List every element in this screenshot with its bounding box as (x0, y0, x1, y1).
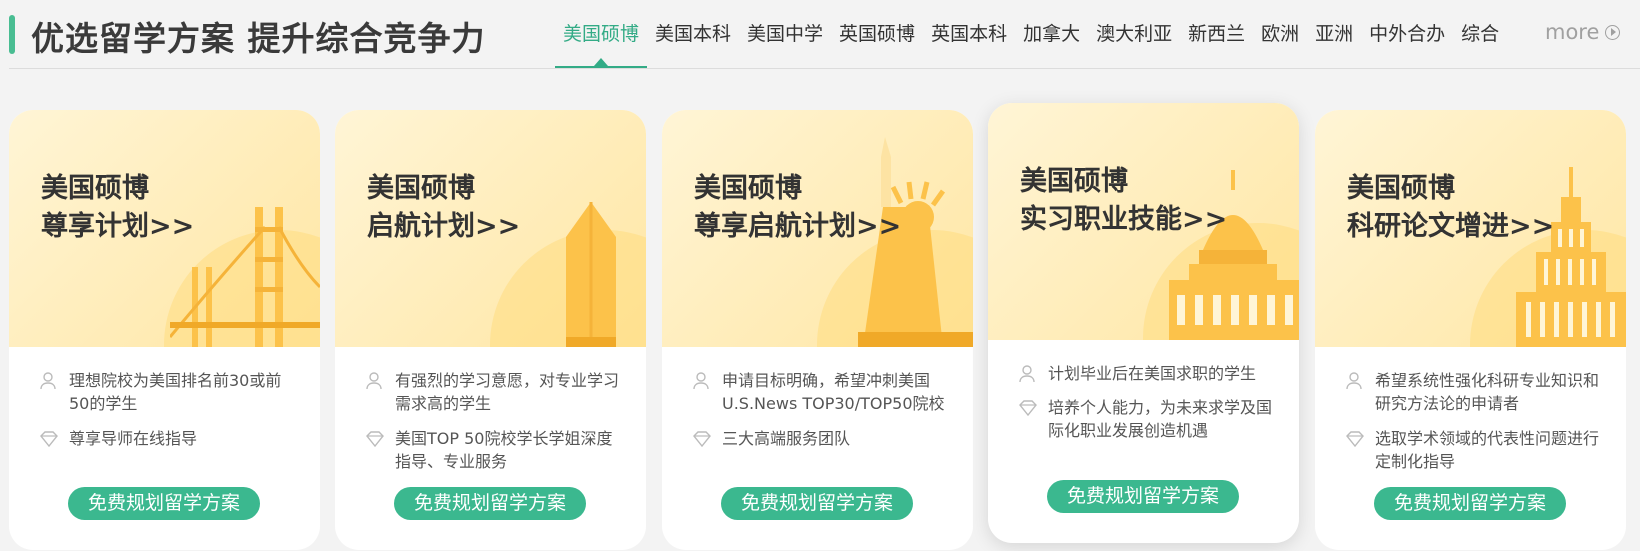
tab-australia[interactable]: 澳大利亚 (1088, 18, 1180, 68)
card-title-line2: 启航计划>> (367, 211, 521, 242)
card-title: 美国硕博 实习职业技能>> (1020, 163, 1227, 239)
plan-card[interactable]: 美国硕博 科研论文增进>> 希望系统性强化科研专业知识和研究方法论的申请者 选取… (1315, 110, 1626, 550)
benefit-text: 尊享导师在线指导 (69, 429, 198, 448)
card-banner: 美国硕博 尊享启航计划>> (662, 110, 973, 347)
benefit-text: 美国TOP 50院校学长学姐深度指导、专业服务 (395, 429, 613, 471)
tab-label: 美国硕博 (563, 23, 640, 45)
diamond-icon (40, 431, 58, 448)
tab-us-highschool[interactable]: 美国中学 (739, 18, 831, 68)
benefit-text: 选取学术领域的代表性问题进行定制化指导 (1375, 429, 1600, 471)
tab-label: 中外合办 (1369, 23, 1446, 45)
card-title: 美国硕博 尊享计划>> (41, 170, 194, 246)
card-title: 美国硕博 尊享启航计划>> (694, 170, 901, 246)
tab-new-zealand[interactable]: 新西兰 (1180, 18, 1253, 68)
tab-label: 加拿大 (1023, 23, 1081, 45)
plan-card[interactable]: 美国硕博 启航计划>> 有强烈的学习意愿，对专业学习需求高的学生 美国TOP 5… (335, 110, 646, 550)
benefit-item: 培养个人能力，为未来求学及国际化职业发展创造机遇 (1018, 396, 1278, 442)
audience-text: 申请目标明确，希望冲刺美国U.S.News TOP30/TOP50院校 (722, 371, 945, 413)
diamond-icon (693, 431, 711, 448)
diamond-icon (366, 431, 384, 448)
audience-text: 希望系统性强化科研专业知识和研究方法论的申请者 (1375, 371, 1600, 413)
region-tabs: 美国硕博 美国本科 美国中学 英国硕博 英国本科 加拿大 澳大利亚 新西兰 欧洲… (555, 18, 1507, 68)
card-title-line2: 实习职业技能>> (1020, 204, 1228, 235)
user-icon (40, 372, 56, 390)
free-plan-button[interactable]: 免费规划留学方案 (394, 487, 586, 520)
plan-card[interactable]: 美国硕博 尊享启航计划>> 申请目标明确，希望冲刺美国U.S.News TOP3… (662, 110, 973, 550)
benefit-item: 美国TOP 50院校学长学姐深度指导、专业服务 (365, 427, 625, 473)
audience-text: 理想院校为美国排名前30或前50的学生 (69, 371, 282, 413)
audience-text: 计划毕业后在美国求职的学生 (1048, 364, 1257, 383)
free-plan-button[interactable]: 免费规划留学方案 (68, 487, 260, 520)
tab-canada[interactable]: 加拿大 (1015, 18, 1088, 68)
card-title-line1: 美国硕博 (1347, 173, 1455, 204)
card-title-line2: 科研论文增进>> (1347, 211, 1555, 242)
card-title-line1: 美国硕博 (41, 173, 149, 204)
audience-text: 有强烈的学习意愿，对专业学习需求高的学生 (395, 371, 620, 413)
benefit-text: 三大高端服务团队 (722, 429, 851, 448)
tab-label: 美国中学 (747, 23, 824, 45)
header-divider (9, 68, 1640, 69)
active-caret-icon (594, 58, 608, 66)
tab-joint-programs[interactable]: 中外合办 (1361, 18, 1453, 68)
card-banner: 美国硕博 尊享计划>> (9, 110, 320, 347)
card-banner: 美国硕博 启航计划>> (335, 110, 646, 347)
free-plan-button[interactable]: 免费规划留学方案 (721, 487, 913, 520)
tab-label: 欧洲 (1261, 23, 1300, 45)
card-title-line2: 尊享计划>> (41, 211, 195, 242)
tab-europe[interactable]: 欧洲 (1253, 18, 1307, 68)
card-title-line2: 尊享启航计划>> (694, 211, 902, 242)
plan-card[interactable]: 美国硕博 尊享计划>> 理想院校为美国排名前30或前50的学生 尊享导师在线指导… (9, 110, 320, 550)
user-icon (693, 372, 709, 390)
benefit-text: 培养个人能力，为未来求学及国际化职业发展创造机遇 (1048, 398, 1273, 440)
card-title-line1: 美国硕博 (1020, 166, 1128, 197)
free-plan-button[interactable]: 免费规划留学方案 (1047, 480, 1239, 513)
tab-label: 英国硕博 (839, 23, 916, 45)
audience-item: 计划毕业后在美国求职的学生 (1018, 362, 1278, 385)
benefit-item: 尊享导师在线指导 (39, 427, 299, 450)
free-plan-button[interactable]: 免费规划留学方案 (1374, 487, 1566, 520)
section-title: 优选留学方案 提升综合竞争力 (31, 19, 486, 58)
more-link[interactable]: more (1545, 20, 1621, 44)
plan-card[interactable]: 美国硕博 实习职业技能>> 计划毕业后在美国求职的学生 培养个人能力，为未来求学… (988, 103, 1299, 543)
audience-item: 申请目标明确，希望冲刺美国U.S.News TOP30/TOP50院校 (692, 369, 952, 415)
audience-item: 理想院校为美国排名前30或前50的学生 (39, 369, 299, 415)
user-icon (1019, 365, 1035, 383)
diamond-icon (1019, 400, 1037, 417)
title-accent-bar (9, 15, 15, 54)
tab-label: 新西兰 (1188, 23, 1246, 45)
tab-label: 英国本科 (931, 23, 1008, 45)
tab-comprehensive[interactable]: 综合 (1453, 18, 1507, 68)
section-header: 优选留学方案 提升综合竞争力 美国硕博 美国本科 美国中学 英国硕博 英国本科 … (0, 0, 1640, 68)
audience-item: 希望系统性强化科研专业知识和研究方法论的申请者 (1345, 369, 1605, 415)
card-title: 美国硕博 科研论文增进>> (1347, 170, 1554, 246)
audience-item: 有强烈的学习意愿，对专业学习需求高的学生 (365, 369, 625, 415)
tab-uk-masters-phd[interactable]: 英国硕博 (831, 18, 923, 68)
more-label: more (1545, 20, 1600, 44)
diamond-icon (1346, 431, 1364, 448)
tab-asia[interactable]: 亚洲 (1307, 18, 1361, 68)
card-banner: 美国硕博 实习职业技能>> (988, 103, 1299, 340)
user-icon (1346, 372, 1362, 390)
benefit-item: 选取学术领域的代表性问题进行定制化指导 (1345, 427, 1605, 473)
card-title-line1: 美国硕博 (694, 173, 802, 204)
benefit-item: 三大高端服务团队 (692, 427, 952, 450)
tab-label: 澳大利亚 (1096, 23, 1173, 45)
card-title-line1: 美国硕博 (367, 173, 475, 204)
tab-label: 亚洲 (1315, 23, 1354, 45)
card-banner: 美国硕博 科研论文增进>> (1315, 110, 1626, 347)
play-circle-icon (1605, 24, 1621, 40)
user-icon (366, 372, 382, 390)
tab-label: 美国本科 (655, 23, 732, 45)
card-title: 美国硕博 启航计划>> (367, 170, 520, 246)
tab-us-undergrad[interactable]: 美国本科 (647, 18, 739, 68)
tab-label: 综合 (1461, 23, 1500, 45)
tab-uk-undergrad[interactable]: 英国本科 (923, 18, 1015, 68)
tab-us-masters-phd[interactable]: 美国硕博 (555, 18, 648, 68)
